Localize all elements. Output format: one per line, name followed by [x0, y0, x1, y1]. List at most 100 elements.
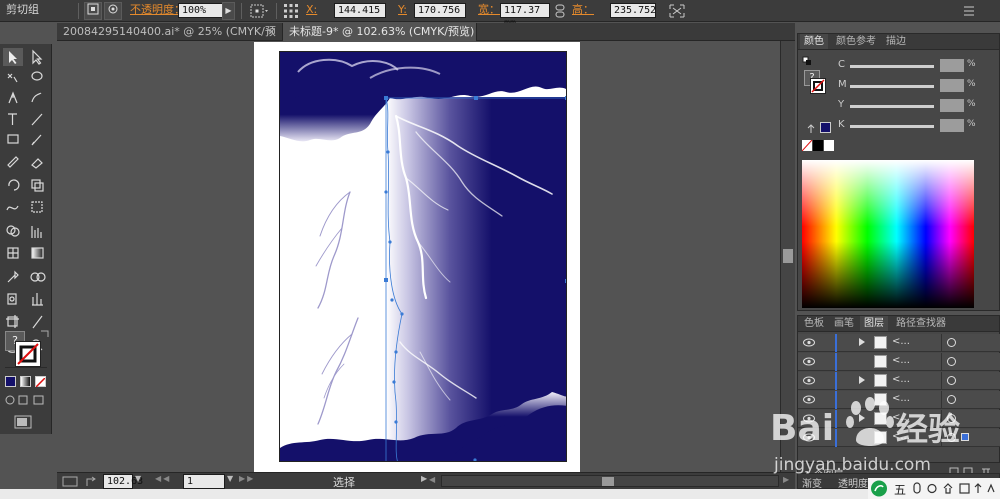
scroll-thumb[interactable] [783, 249, 793, 263]
black-input[interactable] [940, 119, 964, 132]
close-icon[interactable]: × [461, 23, 470, 40]
panel-menu-button[interactable] [962, 4, 976, 18]
input-method-icon[interactable] [870, 480, 888, 497]
target-icon[interactable] [947, 338, 956, 347]
eye-icon[interactable] [803, 338, 815, 347]
color-mode-button[interactable] [5, 376, 16, 387]
artboard-prev-buttons[interactable]: ◀◀ [155, 474, 179, 487]
none-mode-button[interactable] [35, 376, 46, 388]
artboard-number-input[interactable]: 1 [183, 474, 225, 489]
eye-icon[interactable] [803, 376, 815, 385]
tab-swatches[interactable]: 色板 [800, 316, 828, 331]
expand-arrow-icon[interactable] [859, 414, 865, 422]
layer-name[interactable]: <... [892, 412, 910, 423]
tab-document-2[interactable]: 未标题-9* @ 102.63% (CMYK/预览) × [283, 23, 477, 41]
artboard-dropdown-icon[interactable]: ▼ [227, 474, 237, 487]
out-of-gamut-icon[interactable] [806, 124, 816, 134]
layer-name[interactable]: <... [892, 374, 910, 385]
eye-icon[interactable] [803, 433, 815, 442]
layer-name[interactable]: <... [892, 393, 910, 404]
target-icon[interactable] [947, 376, 956, 385]
slider-track[interactable] [850, 125, 934, 128]
hscroll-left-icon[interactable]: ◀ [429, 475, 439, 487]
tab-color[interactable]: 颜色 [800, 34, 828, 49]
layer-name[interactable]: <... [892, 355, 910, 366]
artboard[interactable] [279, 51, 567, 462]
tab-transparency[interactable]: 透明度 [838, 475, 868, 490]
y-label[interactable]: Y: [398, 0, 407, 20]
yellow-input[interactable] [940, 99, 964, 112]
color-spectrum[interactable] [802, 160, 974, 308]
width-input[interactable]: 117.37 mm [500, 3, 550, 29]
opacity-label[interactable]: 不透明度： [130, 0, 185, 20]
stroke-swatch[interactable] [15, 341, 41, 367]
tab-pathfinder[interactable]: 路径查找器 [892, 316, 950, 331]
opacity-dropdown-button[interactable]: ▶ [222, 2, 235, 20]
swap-fill-stroke-icon[interactable] [40, 328, 50, 338]
cyan-input[interactable] [940, 59, 964, 72]
horizontal-scrollbar[interactable] [441, 475, 779, 487]
width-label[interactable]: 宽： [478, 0, 500, 20]
layer-name[interactable]: <... [892, 336, 910, 347]
tray-icons[interactable] [912, 482, 996, 495]
artboard-next-buttons[interactable]: ▶▶ [239, 474, 263, 487]
gradient-mode-button[interactable] [20, 376, 31, 387]
stroke-swatch[interactable] [810, 78, 826, 94]
reference-point-selector[interactable] [248, 3, 270, 19]
magenta-input[interactable] [940, 79, 964, 92]
eye-icon[interactable] [803, 414, 815, 423]
expand-arrow-icon[interactable] [859, 376, 865, 384]
hscroll-right-icon[interactable]: ▶ [783, 475, 793, 487]
constrain-proportions-button[interactable] [553, 3, 567, 19]
vertical-scrollbar[interactable] [780, 41, 795, 472]
layer-row[interactable]: <... [798, 353, 1000, 371]
height-input[interactable]: 235.752 [610, 3, 656, 18]
tab-brushes[interactable]: 画笔 [830, 316, 858, 331]
eye-icon[interactable] [803, 395, 815, 404]
slider-track[interactable] [850, 105, 934, 108]
eye-icon[interactable] [803, 357, 815, 366]
layer-row[interactable]: <... [798, 372, 1000, 390]
layer-name[interactable]: <... [892, 431, 910, 442]
target-icon[interactable] [947, 357, 956, 366]
x-input[interactable]: 144.415 [334, 3, 386, 18]
expand-arrow-icon[interactable] [859, 338, 865, 346]
zoom-dropdown-icon[interactable]: ▼ [135, 474, 145, 487]
hscroll-thumb[interactable] [602, 477, 614, 486]
lightning-artwork[interactable] [280, 52, 567, 462]
slider-track[interactable] [850, 85, 934, 88]
y-input[interactable]: 170.756 [414, 3, 466, 18]
tab-gradient[interactable]: 渐变 [802, 475, 822, 490]
draw-mode-buttons[interactable] [5, 394, 47, 406]
target-icon[interactable] [947, 414, 956, 423]
closest-color-swatch[interactable] [820, 122, 831, 133]
target-icon[interactable] [947, 433, 956, 442]
selection-indicator[interactable] [961, 433, 969, 441]
tab-document-1[interactable]: 20084295140400.ai* @ 25% (CMYK/预览) × [57, 23, 283, 55]
tab-color-guide[interactable]: 颜色参考 [832, 34, 880, 49]
height-label[interactable]: 高： [572, 0, 594, 20]
transform-each-button[interactable] [668, 3, 686, 19]
opacity-input[interactable]: 100% [178, 3, 223, 18]
close-icon[interactable]: × [267, 23, 276, 40]
layer-row[interactable]: <... [798, 334, 1000, 352]
isolate-group-button[interactable] [84, 2, 102, 20]
canvas[interactable] [57, 41, 795, 472]
ime-mode-label[interactable]: 五 [894, 481, 906, 498]
quick-swatches[interactable] [801, 139, 834, 152]
layer-row[interactable]: <... [798, 410, 1000, 428]
share-icon[interactable] [85, 475, 99, 488]
layer-row[interactable]: <... [798, 391, 1000, 409]
layer-row[interactable]: <... [798, 429, 1000, 447]
transform-grid-icon[interactable] [283, 3, 299, 19]
status-icon[interactable] [61, 475, 81, 488]
tab-layers[interactable]: 图层 [860, 316, 888, 331]
default-colors-icon[interactable] [802, 56, 812, 66]
tab-stroke[interactable]: 描边 [882, 34, 910, 49]
screen-mode-button[interactable] [14, 415, 32, 429]
zoom-input[interactable]: 102.63 [103, 474, 143, 489]
target-icon[interactable] [947, 395, 956, 404]
recolor-button[interactable] [104, 2, 122, 20]
x-label[interactable]: X: [306, 0, 317, 20]
slider-track[interactable] [850, 65, 934, 68]
